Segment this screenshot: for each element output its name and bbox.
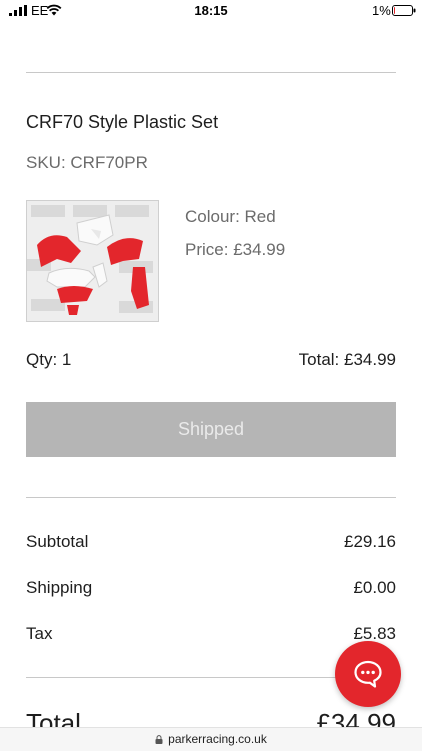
summary-divider (26, 497, 396, 498)
price-value: £34.99 (233, 240, 286, 259)
subtotal-label: Subtotal (26, 532, 89, 551)
subtotal-row: Subtotal £29.16 (26, 532, 396, 556)
subtotal-value: £29.16 (344, 532, 396, 551)
shipping-row: Shipping £0.00 (26, 578, 396, 602)
product-image[interactable] (26, 200, 159, 322)
top-divider (26, 72, 396, 73)
chat-bubble-icon (354, 660, 382, 688)
price-line: Price: £34.99 (185, 240, 285, 260)
tax-row: Tax £5.83 (26, 624, 396, 648)
shipping-label: Shipping (26, 578, 93, 597)
product-sku: SKU: CRF70PR (26, 153, 148, 172)
battery-percent: 1% (372, 3, 391, 18)
colour-label: Colour: (185, 207, 245, 226)
shipped-status-button[interactable]: Shipped (26, 402, 396, 457)
item-quantity: Qty: 1 (26, 350, 72, 369)
tax-label: Tax (26, 624, 53, 643)
lock-icon (155, 735, 163, 744)
price-label: Price: (185, 240, 234, 259)
status-bar: EE 18:15 1% (0, 0, 422, 22)
browser-url-bar[interactable]: parkerracing.co.uk (0, 727, 422, 751)
url-text[interactable]: parkerracing.co.uk (168, 732, 267, 746)
item-total: Total: £34.99 (298, 350, 396, 369)
status-time: 18:15 (194, 3, 228, 18)
red-and-white-plastic-set-image (27, 201, 158, 321)
shipping-value: £0.00 (353, 578, 396, 597)
battery-icon (392, 5, 416, 16)
product-title[interactable]: CRF70 Style Plastic Set (26, 112, 218, 133)
chat-button[interactable] (335, 641, 401, 707)
colour-line: Colour: Red (185, 207, 276, 227)
colour-value: Red (244, 207, 276, 226)
